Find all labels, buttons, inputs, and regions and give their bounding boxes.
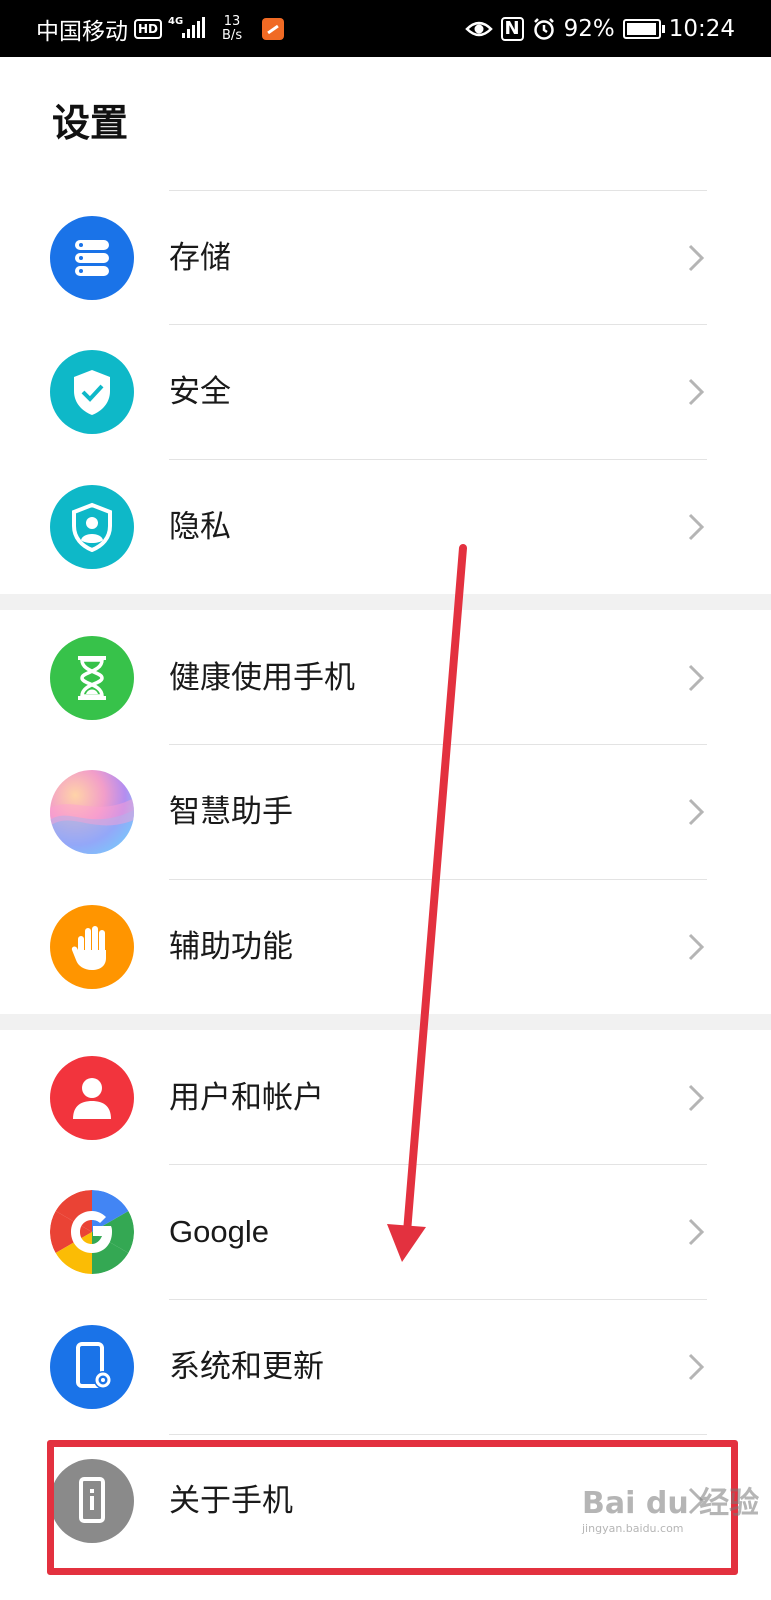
- settings-item-label: 安全: [169, 374, 231, 410]
- hd-voice-icon: HD: [134, 18, 163, 39]
- settings-item-google[interactable]: Google: [0, 1165, 771, 1299]
- settings-item-digital-balance[interactable]: 健康使用手机: [0, 611, 771, 745]
- hand-icon: [50, 905, 134, 989]
- google-icon: [50, 1190, 134, 1274]
- network-type: 4G: [168, 15, 184, 27]
- cell-signal-icon: 4G: [168, 14, 210, 44]
- settings-item-label: 隐私: [169, 509, 231, 545]
- settings-item-security[interactable]: 安全: [0, 325, 771, 459]
- clock: 10:24: [668, 15, 735, 42]
- settings-item-label: 智慧助手: [169, 794, 293, 830]
- chevron-right-icon: [688, 1218, 705, 1246]
- chevron-right-icon: [688, 664, 705, 692]
- watermark: Bai du 经验 jingyan.baidu.com: [582, 1486, 760, 1535]
- alarm-icon: [533, 17, 554, 40]
- shield-check-icon: [50, 350, 134, 434]
- settings-item-users-accounts[interactable]: 用户和帐户: [0, 1031, 771, 1165]
- battery-percent: 92%: [563, 15, 615, 42]
- chevron-right-icon: [688, 378, 705, 406]
- chevron-right-icon: [688, 513, 705, 541]
- settings-item-label: 用户和帐户: [169, 1080, 324, 1116]
- settings-item-label: 健康使用手机: [169, 660, 355, 696]
- settings-item-accessibility[interactable]: 辅助功能: [0, 880, 771, 1014]
- network-speed: 13 B/s: [222, 13, 243, 43]
- settings-item-label: 系统和更新: [169, 1349, 324, 1385]
- user-icon: [50, 1056, 134, 1140]
- assistant-icon: [50, 770, 134, 854]
- eye-comfort-icon: [464, 21, 493, 36]
- settings-item-label: 存储: [169, 240, 231, 276]
- app-notification-icon: [262, 17, 285, 40]
- section-gap: [0, 594, 771, 610]
- section-gap: [0, 1014, 771, 1030]
- settings-item-label: 辅助功能: [169, 929, 293, 965]
- carrier-name: 中国移动: [36, 18, 128, 45]
- page-title: 设置: [52, 101, 129, 145]
- system-update-icon: [50, 1325, 134, 1409]
- chevron-right-icon: [688, 798, 705, 826]
- chevron-right-icon: [688, 1353, 705, 1381]
- settings-item-system-update[interactable]: 系统和更新: [0, 1300, 771, 1434]
- settings-item-storage[interactable]: 存储: [0, 191, 771, 325]
- settings-item-label: Google: [169, 1214, 269, 1249]
- hourglass-icon: [50, 636, 134, 720]
- storage-icon: [50, 216, 134, 300]
- status-bar: 中国移动 HD 4G 13 B/s N 92% 10:24: [0, 0, 771, 57]
- chevron-right-icon: [688, 1084, 705, 1112]
- chevron-right-icon: [688, 244, 705, 272]
- privacy-icon: [50, 485, 134, 569]
- battery-icon: [622, 18, 665, 39]
- nfc-icon: N: [500, 16, 524, 41]
- settings-item-smart-assistant[interactable]: 智慧助手: [0, 745, 771, 879]
- chevron-right-icon: [688, 933, 705, 961]
- settings-item-privacy[interactable]: 隐私: [0, 460, 771, 594]
